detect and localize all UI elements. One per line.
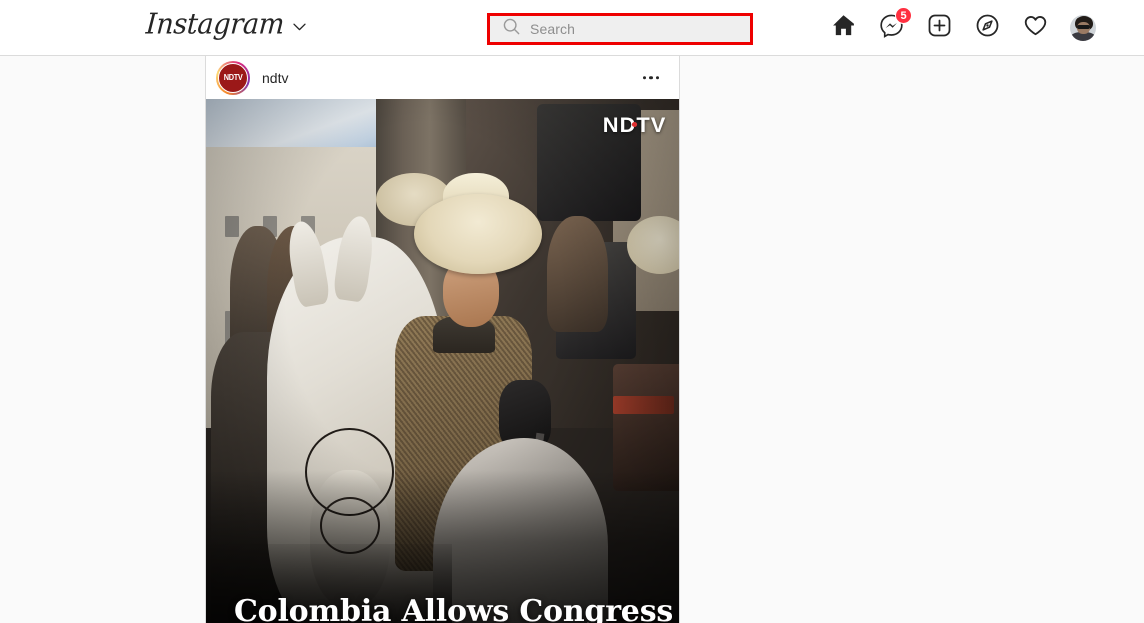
- post-avatar-story-ring[interactable]: NDTV: [216, 60, 250, 95]
- post-username[interactable]: ndtv: [262, 70, 288, 86]
- instagram-wordmark: Instagram: [144, 8, 286, 41]
- post-image[interactable]: NDTV Colombia Allows Congress Members To…: [206, 99, 679, 623]
- ndtv-watermark-dot: [631, 122, 637, 127]
- chevron-down-icon[interactable]: [293, 18, 306, 36]
- heart-icon: [1023, 13, 1048, 43]
- post-image-scene: [206, 99, 679, 623]
- ellipsis-dot-1: [642, 75, 646, 80]
- nav-new-post-button[interactable]: [926, 13, 952, 43]
- ndtv-watermark: NDTV: [603, 114, 667, 138]
- plus-square-icon: [927, 13, 952, 43]
- nav-notifications-button[interactable]: [1022, 15, 1048, 41]
- headline-line-1: Colombia Allows Congress: [234, 594, 674, 623]
- post-avatar: NDTV: [218, 62, 248, 93]
- post-avatar-label: NDTV: [223, 73, 243, 82]
- search-input[interactable]: Search: [490, 16, 750, 42]
- nav-home-button[interactable]: [830, 15, 856, 41]
- avatar[interactable]: [1070, 15, 1096, 41]
- search-icon: [503, 18, 520, 40]
- ellipsis-dot-2: [649, 75, 653, 80]
- search-placeholder: Search: [530, 21, 575, 37]
- feed-container: NDTV ndtv Colombia Allows Congress: [0, 56, 1144, 623]
- ellipsis-icon[interactable]: [637, 70, 666, 86]
- compass-icon: [975, 13, 1000, 43]
- nav-messenger-button[interactable]: 5: [878, 7, 912, 41]
- avatar-sunglasses: [1076, 25, 1091, 30]
- post-card: NDTV ndtv Colombia Allows Congress: [205, 56, 680, 623]
- home-icon: [831, 13, 856, 43]
- instagram-logo[interactable]: Instagram: [144, 8, 306, 41]
- search-highlight-box: Search: [487, 13, 753, 45]
- post-header: NDTV ndtv: [206, 56, 679, 99]
- app-header: Instagram Search 5: [0, 0, 1144, 56]
- nav-explore-button[interactable]: [974, 13, 1000, 43]
- messenger-badge: 5: [895, 7, 912, 24]
- header-nav: 5: [830, 0, 1096, 56]
- post-image-headline: Colombia Allows Congress Members To Get …: [234, 592, 674, 623]
- ellipsis-dot-3: [655, 75, 659, 80]
